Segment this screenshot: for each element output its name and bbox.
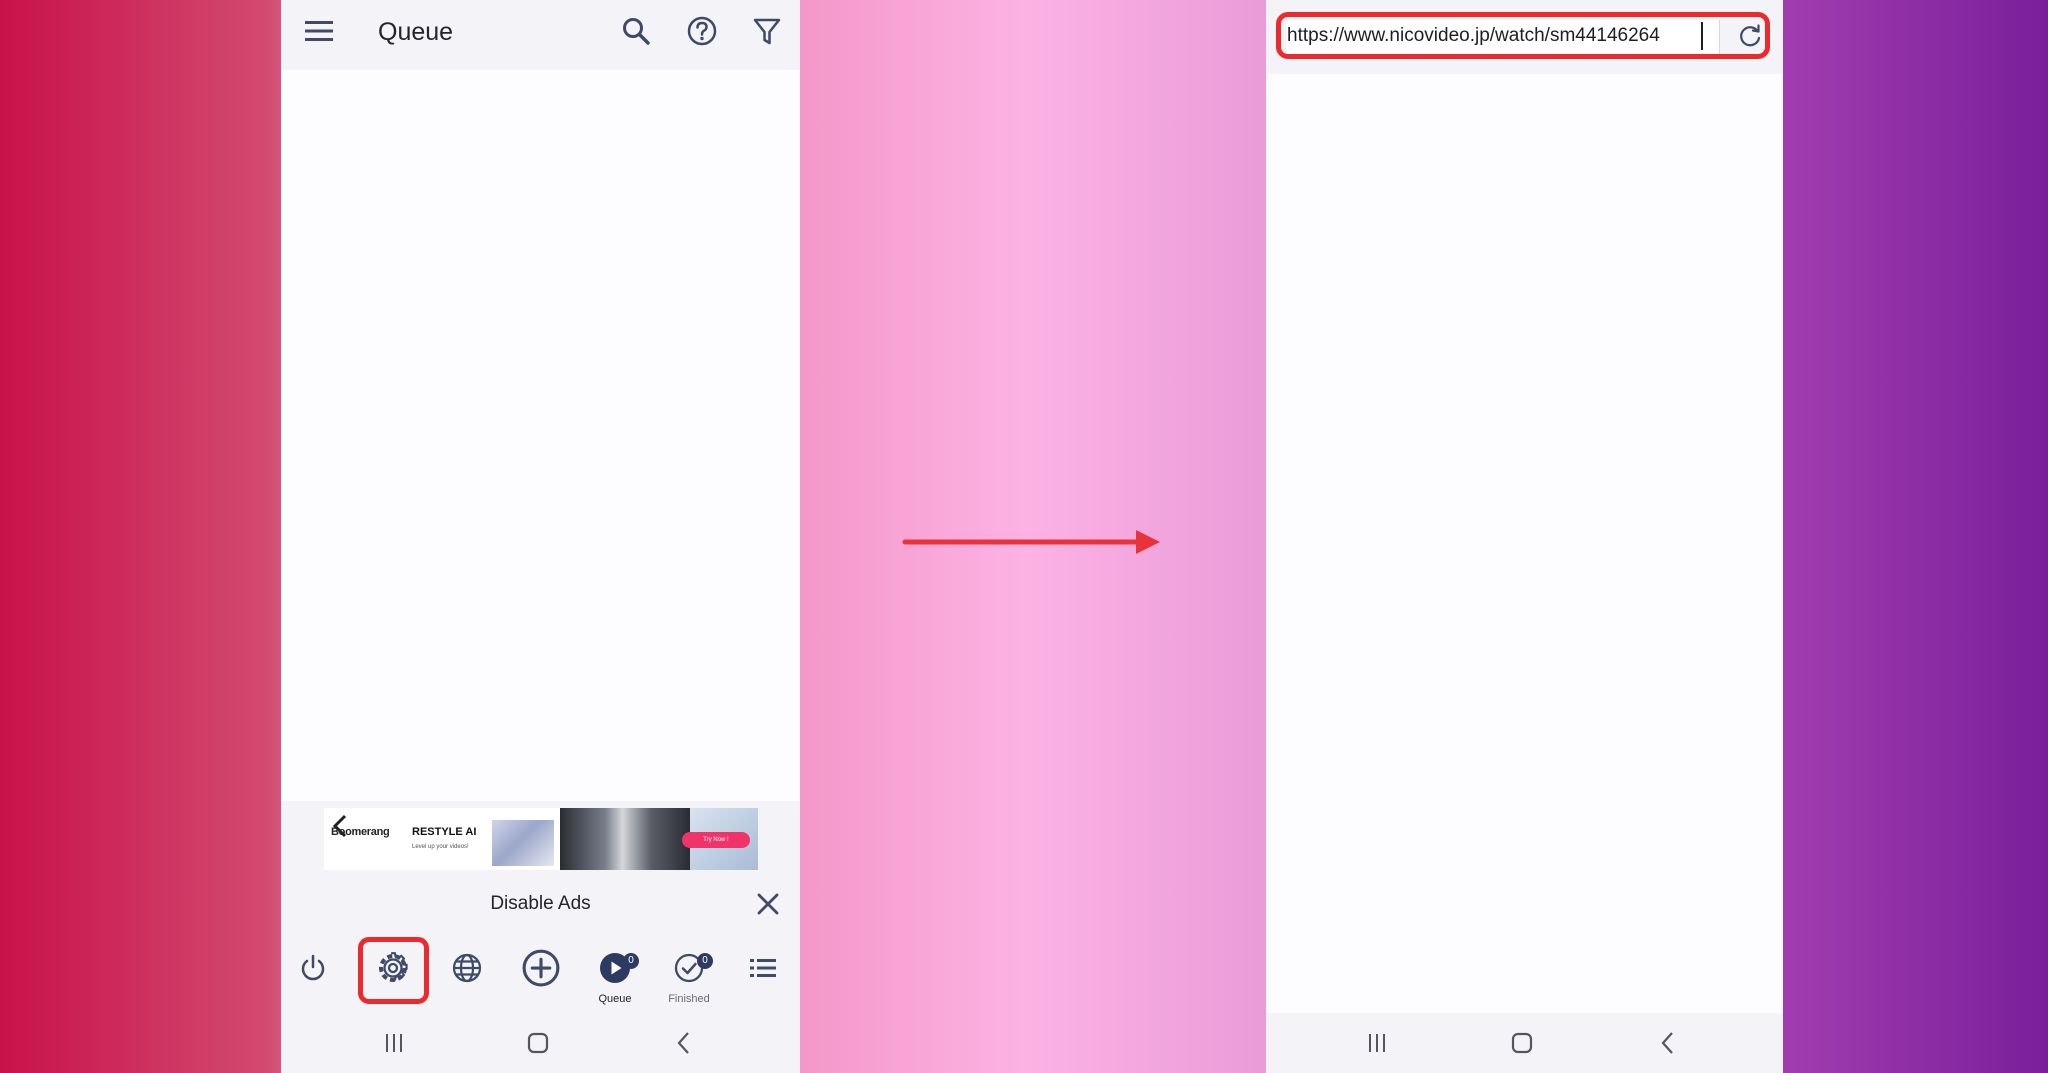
power-icon (301, 954, 325, 981)
page-title: Queue (378, 18, 454, 46)
finished-count-badge: 0 (697, 953, 713, 969)
disable-ads-button[interactable]: Disable Ads (281, 893, 800, 915)
nav-finished[interactable]: 0 Finished (659, 935, 719, 1013)
list-icon (750, 959, 776, 977)
queue-count-badge: 0 (623, 953, 639, 969)
ad-area: Boomerang RESTYLE AI Level up your video… (281, 801, 800, 873)
browser-button[interactable] (437, 935, 497, 1013)
finished-label: Finished (668, 993, 710, 1005)
home-icon[interactable] (1507, 1028, 1537, 1058)
power-button[interactable] (283, 935, 343, 1013)
ad-tagline: Level up your videos! (412, 844, 469, 850)
url-highlight-box (1276, 12, 1770, 59)
system-navigation-bar (1266, 1013, 1783, 1073)
ad-headline: RESTYLE AI (412, 826, 477, 838)
filter-icon[interactable] (751, 15, 783, 47)
ad-image (560, 808, 690, 870)
right-phone-screen: https://www.nicovideo.jp/watch/sm4414626… (1266, 0, 1783, 1073)
queue-label: Queue (598, 993, 632, 1005)
ad-image (492, 820, 554, 866)
ad-banner[interactable]: Boomerang RESTYLE AI Level up your video… (324, 808, 758, 870)
search-icon[interactable] (620, 15, 652, 47)
back-icon[interactable] (669, 1028, 699, 1058)
globe-icon (452, 953, 482, 983)
boomerang-logo-icon (332, 814, 347, 838)
back-icon[interactable] (1653, 1028, 1683, 1058)
settings-highlight-box (358, 937, 429, 1004)
disable-ads-row: Disable Ads (281, 873, 800, 935)
system-navigation-bar (281, 1013, 800, 1073)
help-icon[interactable] (686, 15, 718, 47)
close-icon[interactable] (755, 891, 781, 917)
ad-cta-button[interactable]: Try Now ! (682, 832, 750, 848)
nav-queue[interactable]: 0 Queue (585, 935, 645, 1013)
add-download-button[interactable] (511, 935, 571, 1013)
transition-arrow-icon (902, 530, 1160, 554)
recent-apps-icon[interactable] (379, 1028, 409, 1058)
top-app-bar: Queue (281, 0, 800, 70)
left-phone-screen: Queue Boomerang RESTYLE AI Level up your… (281, 0, 800, 1073)
ad-brand-logo: Boomerang (331, 814, 390, 838)
add-circle-icon (522, 949, 560, 987)
queue-list-empty (281, 70, 800, 801)
menu-icon[interactable] (305, 20, 333, 42)
home-icon[interactable] (523, 1028, 553, 1058)
browser-content-empty (1266, 74, 1783, 1013)
list-button[interactable] (733, 935, 793, 1013)
recent-apps-icon[interactable] (1362, 1028, 1392, 1058)
browser-url-bar: https://www.nicovideo.jp/watch/sm4414626… (1266, 0, 1783, 74)
